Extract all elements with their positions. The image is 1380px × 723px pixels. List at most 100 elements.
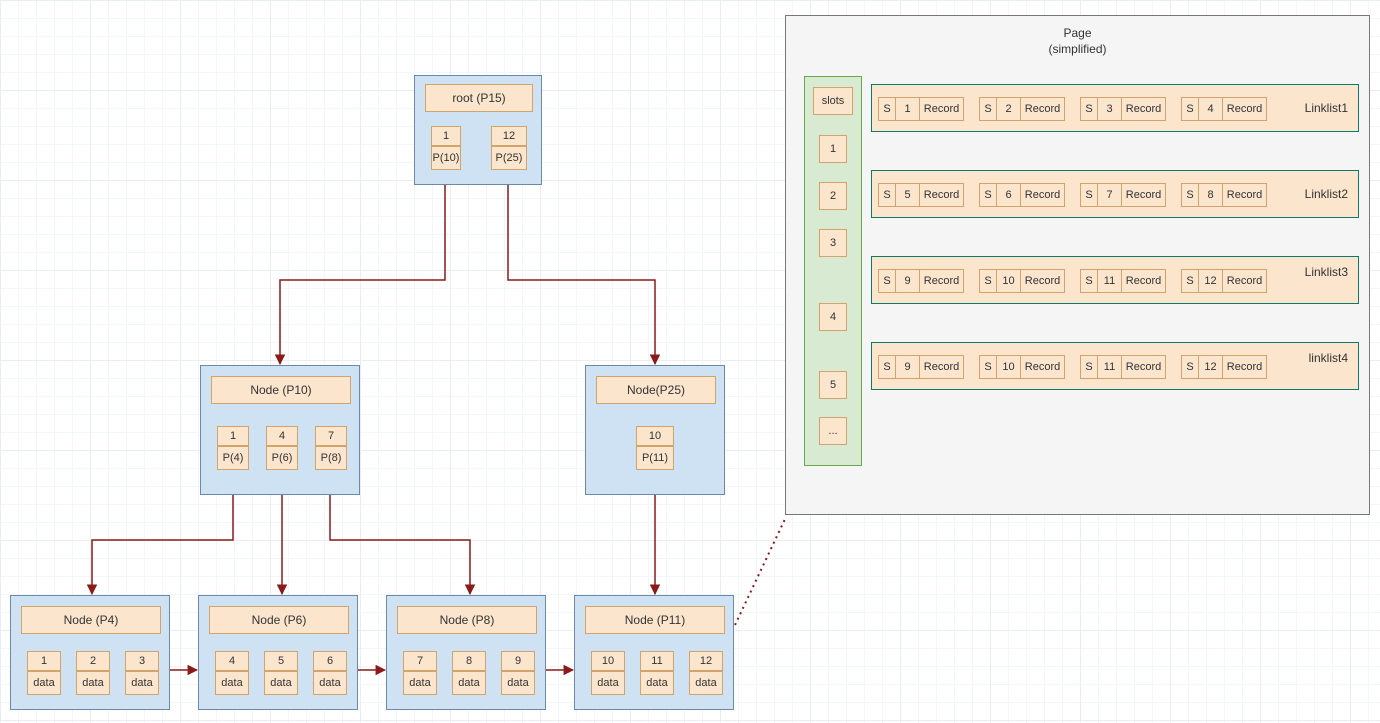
ll1-rec-3: S 3 Record [1080, 97, 1166, 121]
node-p8: Node (P8) 7 data 8 data 9 data [386, 595, 546, 710]
p10-key-2: 7 [315, 426, 347, 446]
p8-k2: 9 [501, 651, 535, 671]
slot-1: 1 [819, 135, 847, 163]
ll3-rec-2: S 10 Record [979, 269, 1065, 293]
node-root-title: root (P15) [425, 84, 533, 112]
ll4-rec-3: S 11 Record [1080, 355, 1166, 379]
ll1-rec-1: S 1 Record [878, 97, 964, 121]
slots-header: slots [813, 87, 853, 115]
linklist-3: S 9 Record S 10 Record S 11 Record S 12 … [871, 256, 1359, 304]
ll4-rec-1: S 9 Record [878, 355, 964, 379]
p6-k1: 5 [264, 651, 298, 671]
ll1-rec-4: S 4 Record [1181, 97, 1267, 121]
p6-d1: data [264, 671, 298, 695]
ll1-n2: 2 [997, 97, 1021, 121]
page-panel: Page (simplified) slots 1 2 3 4 5 ... S … [785, 15, 1370, 515]
root-ptr-1: P(25) [491, 146, 527, 170]
ll2-n2: 6 [997, 183, 1021, 207]
root-key-1: 12 [491, 126, 527, 146]
p11-d0: data [591, 671, 625, 695]
ll2-rec-1: S 5 Record [878, 183, 964, 207]
slot-5: 5 [819, 371, 847, 399]
ll2-n3: 7 [1098, 183, 1122, 207]
ll4-n4: 12 [1199, 355, 1223, 379]
ll2-n4: 8 [1199, 183, 1223, 207]
ll4-rec-4: S 12 Record [1181, 355, 1267, 379]
ll2-n1: 5 [896, 183, 920, 207]
ll3-rec-3: S 11 Record [1080, 269, 1166, 293]
slot-more: ... [819, 417, 847, 445]
ll4-n1: 9 [896, 355, 920, 379]
p8-d0: data [403, 671, 437, 695]
p6-d0: data [215, 671, 249, 695]
slot-4: 4 [819, 303, 847, 331]
node-root: root (P15) 1 P(10) 12 P(25) [414, 75, 542, 185]
ll4-n2: 10 [997, 355, 1021, 379]
root-key-0: 1 [431, 126, 461, 146]
p6-k2: 6 [313, 651, 347, 671]
ll1-rec-2: S 2 Record [979, 97, 1065, 121]
p8-d1: data [452, 671, 486, 695]
ll2-rec-3: S 7 Record [1080, 183, 1166, 207]
node-p4-title: Node (P4) [21, 606, 161, 634]
node-p25: Node(P25) 10 P(11) [585, 365, 725, 495]
p4-d2: data [125, 671, 159, 695]
ll4-n3: 11 [1098, 355, 1122, 379]
p4-k1: 2 [76, 651, 110, 671]
ll1-n3: 3 [1098, 97, 1122, 121]
p11-k1: 11 [640, 651, 674, 671]
ll2-rec-2: S 6 Record [979, 183, 1065, 207]
rec-label: Record [920, 97, 964, 121]
p4-d1: data [76, 671, 110, 695]
root-ptr-0: P(10) [431, 146, 461, 170]
p8-k0: 7 [403, 651, 437, 671]
s-label: S [878, 97, 896, 121]
node-p10: Node (P10) 1 P(4) 4 P(6) 7 P(8) [200, 365, 360, 495]
p11-k0: 10 [591, 651, 625, 671]
linklist4-label: linklist4 [1309, 351, 1348, 365]
ll3-n4: 12 [1199, 269, 1223, 293]
ll1-n4: 4 [1199, 97, 1223, 121]
linklist-2: S 5 Record S 6 Record S 7 Record S 8 Rec… [871, 170, 1359, 218]
ll3-rec-1: S 9 Record [878, 269, 964, 293]
p25-key-0: 10 [636, 426, 674, 446]
node-p11: Node (P11) 10 data 11 data 12 data [574, 595, 734, 710]
p10-ptr-0: P(4) [217, 446, 249, 470]
linklist2-label: Linklist2 [1305, 187, 1348, 201]
node-p4: Node (P4) 1 data 2 data 3 data [10, 595, 170, 710]
p10-ptr-2: P(8) [315, 446, 347, 470]
node-p6-title: Node (P6) [209, 606, 349, 634]
node-p11-title: Node (P11) [585, 606, 725, 634]
p10-key-1: 4 [266, 426, 298, 446]
ll3-n2: 10 [997, 269, 1021, 293]
p6-d2: data [313, 671, 347, 695]
node-p10-title: Node (P10) [211, 376, 351, 404]
node-p6: Node (P6) 4 data 5 data 6 data [198, 595, 358, 710]
slot-3: 3 [819, 229, 847, 257]
slot-2: 2 [819, 182, 847, 210]
linklist3-label: Linklist3 [1305, 265, 1348, 279]
p8-k1: 8 [452, 651, 486, 671]
p4-k0: 1 [27, 651, 61, 671]
ll1-n1: 1 [896, 97, 920, 121]
ll3-n3: 11 [1098, 269, 1122, 293]
ll3-rec-4: S 12 Record [1181, 269, 1267, 293]
p10-ptr-1: P(6) [266, 446, 298, 470]
linklist-1: S 1 Record S 2 Record S 3 Record S 4 Rec… [871, 84, 1359, 132]
p11-d2: data [689, 671, 723, 695]
ll2-rec-4: S 8 Record [1181, 183, 1267, 207]
slots-column: slots 1 2 3 4 5 ... [804, 76, 862, 466]
p11-k2: 12 [689, 651, 723, 671]
p4-k2: 3 [125, 651, 159, 671]
page-title-1: Page [786, 26, 1369, 40]
p8-d2: data [501, 671, 535, 695]
p25-ptr-0: P(11) [636, 446, 674, 470]
ll3-n1: 9 [896, 269, 920, 293]
linklist-4: S 9 Record S 10 Record S 11 Record S 12 … [871, 342, 1359, 390]
p4-d0: data [27, 671, 61, 695]
p11-d1: data [640, 671, 674, 695]
linklist1-label: Linklist1 [1305, 101, 1348, 115]
ll4-rec-2: S 10 Record [979, 355, 1065, 379]
p10-key-0: 1 [217, 426, 249, 446]
p6-k0: 4 [215, 651, 249, 671]
